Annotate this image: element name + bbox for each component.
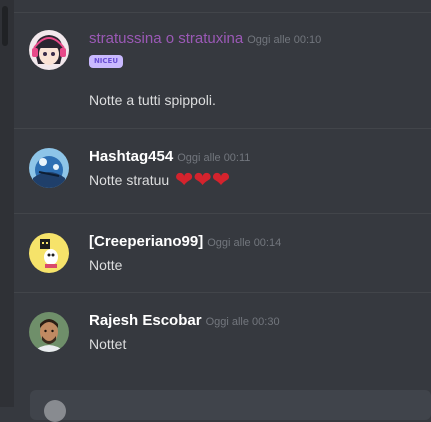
avatar[interactable]	[29, 30, 69, 70]
avatar[interactable]	[29, 148, 69, 188]
timestamp: Oggi alle 00:30	[205, 316, 280, 328]
avatar[interactable]	[29, 312, 69, 352]
heart-icon: ❤	[193, 168, 212, 194]
timestamp: Oggi alle 00:14	[207, 237, 282, 249]
heart-emojis: ❤❤❤	[175, 168, 231, 194]
message-text: Notte stratuu ❤❤❤	[89, 168, 231, 194]
message-divider	[14, 213, 431, 214]
message-text: Notte a tutti spippoli.	[89, 92, 216, 108]
scrollbar-track[interactable]	[0, 0, 14, 407]
scrollbar-thumb[interactable]	[2, 6, 8, 46]
author-name[interactable]: Rajesh Escobar	[89, 312, 202, 329]
upload-icon[interactable]	[44, 400, 66, 422]
message-stratussina: stratussina o stratuxina Oggi alle 00:10 …	[14, 30, 431, 120]
message-text: Notte	[89, 257, 123, 273]
heart-icon: ❤	[211, 168, 231, 194]
message-hashtag454: Hashtag454 Oggi alle 00:11 Notte stratuu …	[14, 148, 431, 198]
emoji-sticker: NICEU	[89, 55, 123, 68]
author-name[interactable]: Hashtag454	[89, 148, 173, 165]
timestamp: Oggi alle 00:10	[247, 34, 322, 46]
message-text: Nottet	[89, 336, 127, 352]
message-divider	[14, 12, 431, 13]
message-text-content: Notte stratuu	[89, 172, 170, 188]
timestamp: Oggi alle 00:11	[177, 152, 251, 164]
message-creeperiano99: [Creeperiano99] Oggi alle 00:14 Notte	[14, 233, 431, 283]
author-name[interactable]: [Creeperiano99]	[89, 233, 203, 250]
message-divider	[14, 128, 431, 129]
message-input[interactable]	[30, 390, 431, 422]
message-rajesh-escobar: Rajesh Escobar Oggi alle 00:30 Nottet	[14, 312, 431, 362]
avatar[interactable]	[29, 233, 69, 273]
message-divider	[14, 292, 431, 293]
heart-icon: ❤	[175, 168, 194, 194]
author-name[interactable]: stratussina o stratuxina	[89, 30, 243, 47]
